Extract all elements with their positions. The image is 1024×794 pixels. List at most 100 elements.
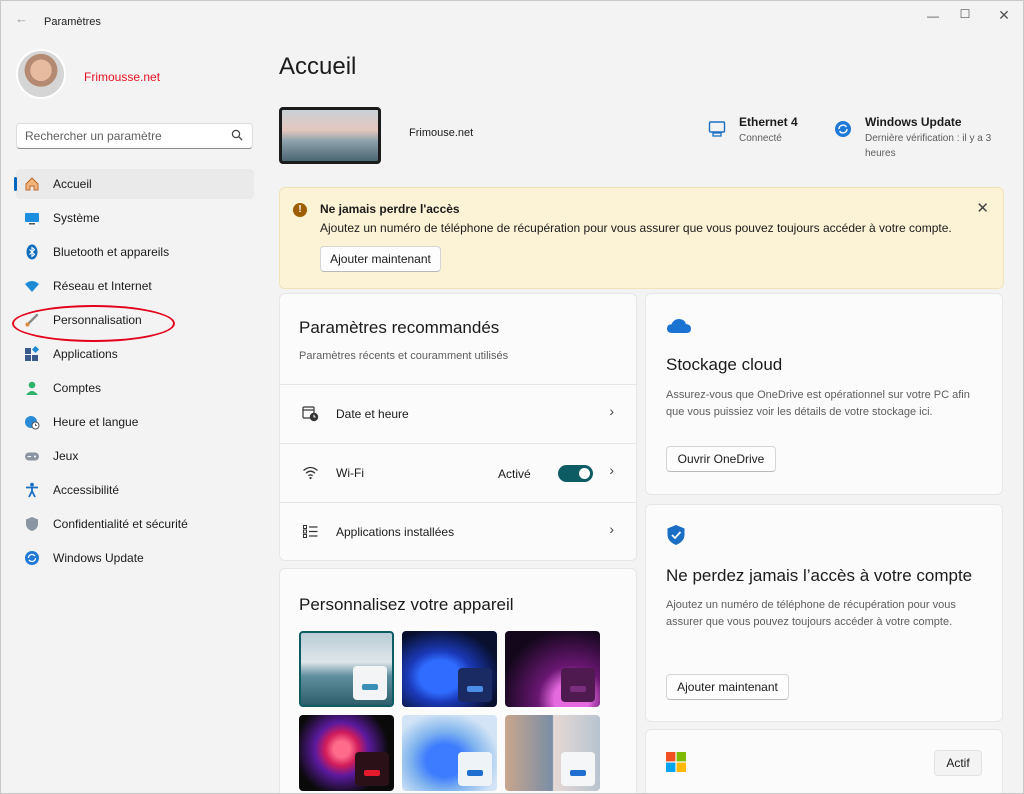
ethernet-icon (708, 121, 726, 137)
wifi-icon (25, 281, 39, 292)
sidebar-item-label: Système (53, 211, 100, 225)
cloud-card: Stockage cloud Assurez-vous que OneDrive… (645, 293, 1003, 495)
theme-thumbnail-5[interactable] (402, 715, 497, 791)
account-add-button[interactable]: Ajouter maintenant (666, 674, 789, 700)
personalize-title: Personnalisez votre appareil (299, 595, 514, 614)
system-icon (25, 213, 39, 225)
windows-update-status: Dernière vérification : il y a 3 heures (865, 133, 992, 159)
cloud-text: Assurez-vous que OneDrive est opérationn… (666, 389, 970, 418)
recommended-card: Paramètres recommandés Paramètres récent… (279, 293, 637, 561)
sidebar-item-label: Applications (53, 347, 118, 361)
account-title: Ne perdez jamais l’accès à votre compte (666, 566, 973, 585)
warning-banner: ! Ne jamais perdre l'accès Ajoutez un nu… (279, 187, 1004, 289)
close-icon[interactable]: ✕ (976, 199, 989, 217)
row-date-heure[interactable]: Date et heure › (280, 384, 636, 442)
sidebar-item-label: Comptes (53, 381, 102, 395)
theme-thumbnail-6[interactable] (505, 715, 600, 791)
minimize-icon[interactable]: — (923, 9, 943, 23)
main-content: Accueil Frimouse.net Ethernet 4 Connecté… (267, 35, 1023, 793)
app-title: Paramètres (44, 16, 101, 28)
sidebar-item-label: Confidentialité et sécurité (53, 517, 188, 531)
row-wifi[interactable]: Wi-Fi Activé › (280, 443, 636, 501)
update-icon (835, 121, 851, 137)
account-text: Ajoutez un numéro de téléphone de récupé… (666, 599, 956, 628)
search-box[interactable] (16, 123, 253, 149)
sidebar-item-systeme[interactable]: Système (16, 203, 254, 233)
back-arrow-icon[interactable]: ← (15, 11, 28, 26)
cloud-title: Stockage cloud (666, 355, 783, 374)
apps-icon (25, 346, 40, 361)
chevron-right-icon: › (609, 521, 614, 537)
microsoft-card: Actif (645, 729, 1003, 793)
theme-thumbnail-4[interactable] (299, 715, 394, 791)
account-icon (26, 381, 38, 395)
open-onedrive-button[interactable]: Ouvrir OneDrive (666, 446, 776, 472)
wallpaper-thumbnail[interactable] (279, 107, 381, 164)
gamepad-icon (25, 452, 39, 461)
shield-icon (26, 517, 38, 531)
sidebar-item-jeux[interactable]: Jeux (16, 441, 254, 471)
toggle-knob (579, 468, 590, 479)
title-bar: ← Paramètres — ☐ ✕ (1, 1, 1023, 35)
page-title: Accueil (279, 53, 357, 80)
close-window-icon[interactable]: ✕ (994, 7, 1014, 24)
sidebar-item-accessibilite[interactable]: Accessibilité (16, 475, 254, 505)
sidebar-item-label: Jeux (53, 449, 79, 463)
sidebar-item-windows-update[interactable]: Windows Update (16, 543, 254, 573)
row-applications-installees[interactable]: Applications installées › (280, 502, 636, 560)
network-title[interactable]: Ethernet 4 (739, 115, 798, 129)
banner-text: Ajoutez un numéro de téléphone de récupé… (320, 221, 952, 235)
network-status: Connecté (739, 133, 782, 144)
search-input[interactable] (25, 129, 225, 143)
list-icon (303, 525, 318, 538)
onedrive-cloud-icon (667, 319, 691, 333)
theme-preview-badge (355, 752, 389, 786)
recommended-subtitle: Paramètres récents et couramment utilisé… (299, 350, 509, 362)
theme-preview-badge (561, 668, 595, 702)
maximize-icon[interactable]: ☐ (955, 7, 975, 21)
sidebar-item-bluetooth[interactable]: Bluetooth et appareils (16, 237, 254, 267)
user-name[interactable]: Frimousse.net (84, 70, 160, 84)
avatar[interactable] (16, 49, 66, 99)
theme-preview-badge (458, 752, 492, 786)
sidebar-item-label: Accueil (53, 177, 92, 191)
accessibility-icon (26, 482, 38, 498)
wifi-toggle[interactable] (558, 465, 593, 482)
windows-update-title[interactable]: Windows Update (865, 115, 962, 129)
account-card: Ne perdez jamais l’accès à votre compte … (645, 504, 1003, 722)
sidebar-item-label: Heure et langue (53, 415, 139, 429)
update-icon (25, 551, 39, 565)
banner-add-button[interactable]: Ajouter maintenant (320, 246, 441, 272)
chevron-right-icon: › (609, 462, 614, 478)
sidebar-item-applications[interactable]: Applications (16, 339, 254, 369)
theme-thumbnail-1[interactable] (299, 631, 394, 707)
active-badge[interactable]: Actif (934, 750, 982, 776)
row-label: Wi-Fi (336, 466, 364, 480)
sidebar-item-accueil[interactable]: Accueil (14, 169, 254, 199)
sidebar-item-label: Windows Update (53, 551, 144, 565)
theme-preview-badge (458, 668, 492, 702)
bluetooth-icon (26, 244, 38, 260)
chevron-right-icon: › (609, 403, 614, 419)
sidebar-item-label: Réseau et Internet (53, 279, 152, 293)
row-label: Applications installées (336, 525, 455, 539)
sidebar-item-comptes[interactable]: Comptes (16, 373, 254, 403)
sidebar: Frimousse.net Accueil Système Bluetooth … (1, 35, 267, 793)
wifi-icon (303, 466, 318, 480)
theme-thumbnail-2[interactable] (402, 631, 497, 707)
settings-window: ← Paramètres — ☐ ✕ Frimousse.net Accueil… (0, 0, 1024, 794)
theme-preview-badge (561, 752, 595, 786)
sidebar-item-label: Bluetooth et appareils (53, 245, 170, 259)
sidebar-item-heure[interactable]: Heure et langue (16, 407, 254, 437)
shield-check-icon (667, 525, 685, 545)
theme-thumbnail-3[interactable] (505, 631, 600, 707)
search-icon[interactable] (231, 129, 243, 141)
personalize-card: Personnalisez votre appareil (279, 568, 637, 793)
recommended-title: Paramètres recommandés (299, 318, 500, 337)
wifi-state: Activé (498, 467, 531, 481)
banner-title: Ne jamais perdre l'accès (320, 202, 460, 216)
sidebar-item-reseau[interactable]: Réseau et Internet (16, 271, 254, 301)
warning-icon: ! (293, 203, 307, 217)
device-name[interactable]: Frimouse.net (409, 127, 473, 139)
sidebar-item-confidentialite[interactable]: Confidentialité et sécurité (16, 509, 254, 539)
